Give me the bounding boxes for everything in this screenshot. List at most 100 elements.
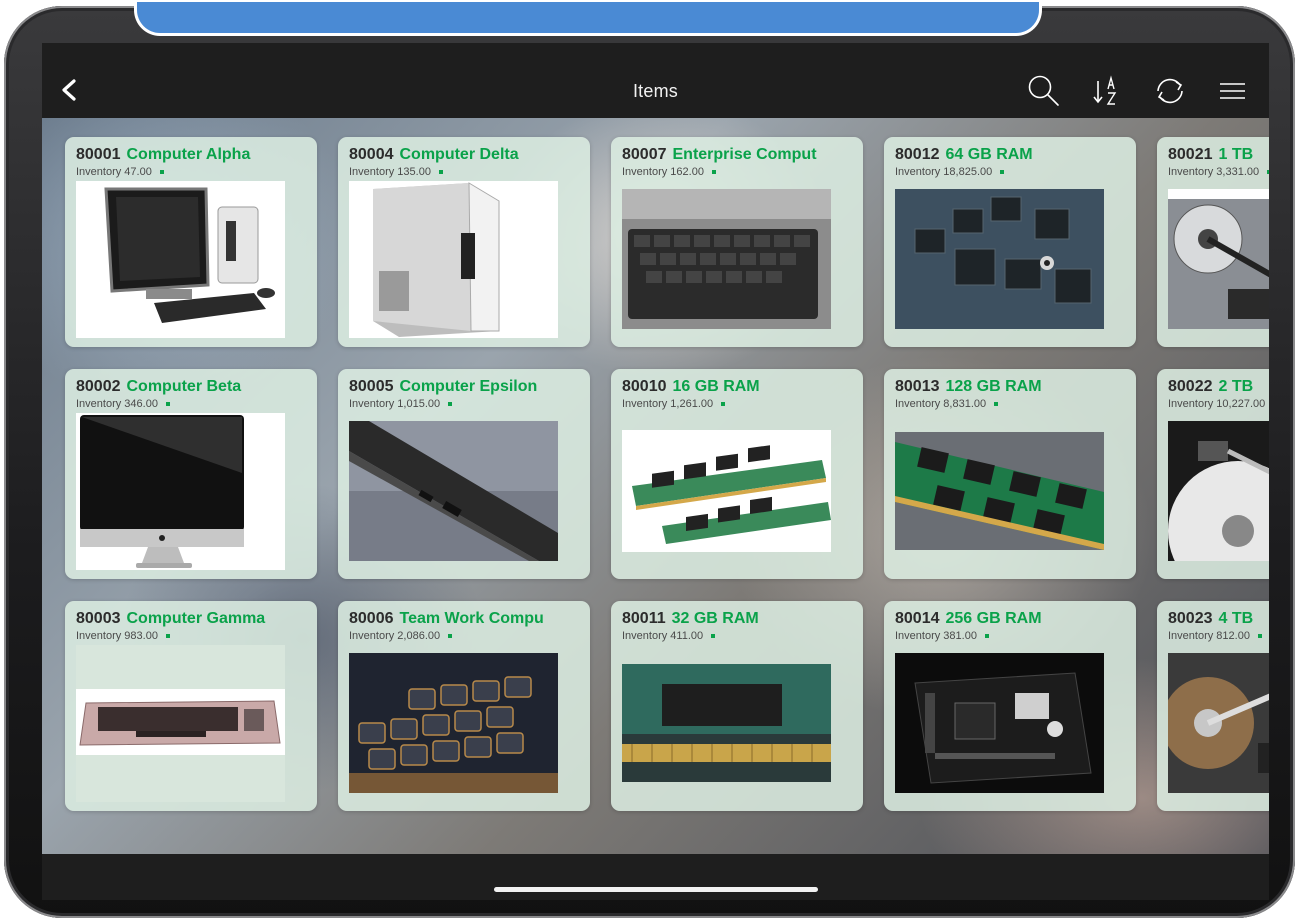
item-card[interactable]: 80006 Team Work Compu Inventory 2,086.00 [338,601,590,811]
green-ram-image [895,432,1104,550]
laptop-edge-image [349,421,558,561]
monitor-image [76,413,285,570]
tablet-frame: Items 80001 Computer Alpha Inventory 47.00… [4,2,1295,918]
item-inventory-row: Inventory 346.00 [76,398,317,410]
item-inventory-row: Inventory 381.00 [895,630,1136,642]
item-name: Computer Delta [399,146,519,163]
item-number: 80010 [622,378,667,395]
item-name: 256 GB RAM [945,610,1042,627]
item-number: 80003 [76,610,121,627]
sort-az-icon[interactable] [1088,73,1124,109]
item-title: 80012 64 GB RAM [895,146,1136,164]
item-name: 1 TB [1218,146,1254,163]
item-name: Computer Gamma [126,610,266,627]
item-title: 80022 2 TB [1168,378,1269,396]
item-card[interactable]: 80003 Computer Gamma Inventory 983.00 [65,601,317,811]
item-inventory-row: Inventory 18,825.00 [895,166,1136,178]
item-inventory: Inventory 1,261.00 [622,398,714,410]
item-title: 80010 16 GB RAM [622,378,863,396]
item-number: 80007 [622,146,667,163]
item-card[interactable]: 80010 16 GB RAM Inventory 1,261.00 [611,369,863,579]
item-inventory: Inventory 346.00 [76,398,158,410]
motherboard-image [895,653,1104,793]
item-inventory-row: Inventory 1,015.00 [349,398,590,410]
item-inventory-row: Inventory 2,086.00 [349,630,590,642]
item-title: 80014 256 GB RAM [895,610,1136,628]
item-card[interactable]: 80002 Computer Beta Inventory 346.00 [65,369,317,579]
item-number: 80011 [622,610,666,627]
status-dot-icon [1257,634,1262,639]
item-title: 80005 Computer Epsilon [349,378,590,396]
item-inventory-row: Inventory 8,831.00 [895,398,1136,410]
item-inventory: Inventory 135.00 [349,166,431,178]
item-name: 2 TB [1218,378,1254,395]
item-card[interactable]: 80023 4 TB Inventory 812.00 [1157,601,1269,811]
item-inventory-row: Inventory 983.00 [76,630,317,642]
status-dot-icon [1000,170,1005,175]
tower-pc-image [349,181,558,338]
item-inventory: Inventory 162.00 [622,166,704,178]
item-card[interactable]: 80004 Computer Delta Inventory 135.00 [338,137,590,347]
backlit-keyboard-image [349,653,558,793]
item-card[interactable]: 80022 2 TB Inventory 10,227.00 [1157,369,1269,579]
navbar: Items [42,43,1269,118]
item-name: 16 GB RAM [672,378,760,395]
home-indicator[interactable] [494,887,818,892]
item-inventory-row: Inventory 162.00 [622,166,863,178]
item-title: 80002 Computer Beta [76,378,317,396]
bottom-bar [42,854,1269,900]
item-title: 80011 32 GB RAM [622,610,863,628]
status-dot-icon [1267,170,1269,175]
item-title: 80001 Computer Alpha [76,146,317,164]
item-inventory-row: Inventory 812.00 [1168,630,1269,642]
item-card[interactable]: 80011 32 GB RAM Inventory 411.00 [611,601,863,811]
desktop-computer-image [76,181,285,338]
status-dot-icon [448,634,453,639]
item-inventory-row: Inventory 1,261.00 [622,398,863,410]
item-inventory-row: Inventory 411.00 [622,630,863,642]
item-inventory-row: Inventory 10,227.00 [1168,398,1269,410]
item-title: 80004 Computer Delta [349,146,590,164]
item-name: 64 GB RAM [945,146,1033,163]
item-inventory-row: Inventory 135.00 [349,166,590,178]
item-number: 80001 [76,146,121,163]
item-number: 80006 [349,610,394,627]
ram-closeup-image [622,664,831,782]
item-card[interactable]: 80013 128 GB RAM Inventory 8,831.00 [884,369,1136,579]
status-dot-icon [711,170,716,175]
status-dot-icon [438,170,443,175]
item-number: 80002 [76,378,121,395]
item-number: 80014 [895,610,940,627]
item-card[interactable]: 80012 64 GB RAM Inventory 18,825.00 [884,137,1136,347]
status-dot-icon [165,634,170,639]
items-grid: 80001 Computer Alpha Inventory 47.00 80002 C… [42,118,1269,854]
retro-keyboard-image [76,645,285,802]
item-title: 80021 1 TB [1168,146,1269,164]
item-name: 4 TB [1218,610,1254,627]
item-name: Enterprise Comput [672,146,817,163]
item-title: 80023 4 TB [1168,610,1269,628]
item-number: 80012 [895,146,940,163]
item-card[interactable]: 80021 1 TB Inventory 3,331.00 [1157,137,1269,347]
item-inventory: Inventory 8,831.00 [895,398,987,410]
item-name: 128 GB RAM [945,378,1042,395]
item-number: 80022 [1168,378,1213,395]
page-title: Items [632,81,678,101]
item-title: 80007 Enterprise Comput [622,146,863,164]
screen: Items 80001 Computer Alpha Inventory 47.00… [42,43,1269,900]
item-name: Computer Alpha [126,146,251,163]
item-card[interactable]: 80007 Enterprise Comput Inventory 162.00 [611,137,863,347]
item-card[interactable]: 80001 Computer Alpha Inventory 47.00 [65,137,317,347]
item-number: 80023 [1168,610,1213,627]
ram-sticks-image [622,430,831,552]
laptop-keyboard-image [622,189,831,329]
item-card[interactable]: 80005 Computer Epsilon Inventory 1,015.00 [338,369,590,579]
hard-drive-platter-image [1168,421,1269,561]
search-icon[interactable] [1026,73,1062,109]
menu-icon[interactable] [1214,73,1250,109]
item-title: 80013 128 GB RAM [895,378,1136,396]
item-card[interactable]: 80014 256 GB RAM Inventory 381.00 [884,601,1136,811]
sync-icon[interactable] [1152,73,1188,109]
status-dot-icon [159,170,164,175]
hard-drive-image [1168,189,1269,329]
